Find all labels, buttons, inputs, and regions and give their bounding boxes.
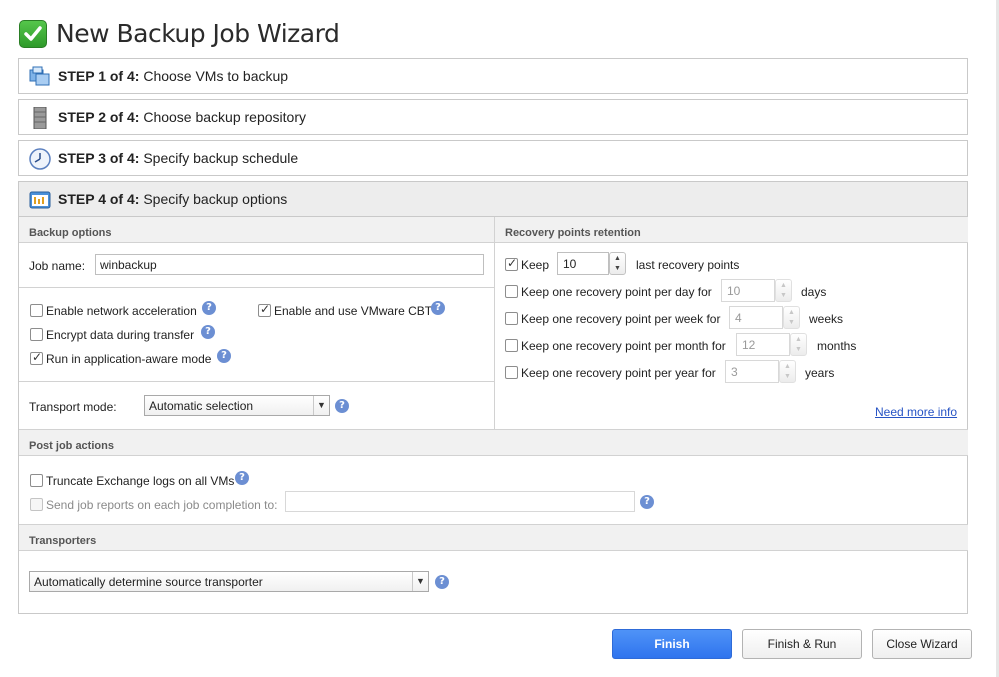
step-prefix: STEP 1 of 4: [58,68,140,84]
stepper-down-icon: ▼ [780,292,787,299]
encrypt-data-checkbox[interactable] [30,328,43,341]
help-icon[interactable]: ? [201,325,215,339]
vm-icon [29,66,50,86]
keep-month-input[interactable]: 12 [736,333,790,356]
retention-heading: Recovery points retention [494,217,968,243]
app-aware-label: Run in application-aware mode [46,352,212,366]
keep-day-label: Keep one recovery point per day for [521,285,712,299]
transport-mode-value: Automatic selection [149,399,254,413]
step-label: Choose backup repository [143,109,306,125]
step-4-panel: Backup options Recovery points retention… [18,217,968,614]
keep-day-stepper[interactable]: ▲ ▼ [775,279,792,302]
options-icon [29,191,51,209]
truncate-logs-checkbox[interactable] [30,474,43,487]
help-icon[interactable]: ? [640,495,654,509]
close-wizard-button[interactable]: Close Wizard [872,629,972,659]
app-aware-checkbox[interactable] [30,350,43,365]
job-name-label: Job name: [29,259,86,273]
keep-last-stepper[interactable]: ▲ ▼ [609,252,626,275]
vmware-cbt-label: Enable and use VMware CBT [274,304,433,318]
keep-month-label: Keep one recovery point per month for [521,339,726,353]
job-name-input[interactable]: winbackup [95,254,484,275]
keep-week-label: Keep one recovery point per week for [521,312,721,326]
keep-year-unit: years [805,366,835,380]
stepper-up-icon: ▲ [780,282,787,289]
step-4-header[interactable]: STEP 4 of 4: Specify backup options [18,181,968,217]
help-icon[interactable]: ? [217,349,231,363]
divider [19,287,494,288]
finish-and-run-button[interactable]: Finish & Run [742,629,862,659]
network-acceleration-label: Enable network acceleration [46,304,197,318]
help-icon[interactable]: ? [235,471,249,485]
stepper-up-icon: ▲ [788,309,795,316]
transport-mode-label: Transport mode: [29,400,117,414]
help-icon[interactable]: ? [431,301,445,315]
step-label: Specify backup schedule [143,150,299,166]
keep-week-input[interactable]: 4 [729,306,783,329]
step-label: Specify backup options [143,191,288,207]
transporter-select[interactable]: Automatically determine source transport… [29,571,429,592]
keep-label: Keep [521,258,550,272]
step-prefix: STEP 3 of 4: [58,150,140,166]
encrypt-data-label: Encrypt data during transfer [46,328,195,342]
keep-year-checkbox[interactable] [505,366,518,379]
keep-month-checkbox[interactable] [505,339,518,352]
backup-options-heading: Backup options [19,217,494,243]
stepper-down-icon: ▼ [788,319,795,326]
vmware-cbt-checkbox[interactable] [258,302,271,317]
keep-suffix-label: last recovery points [636,258,740,272]
chevron-down-icon: ▼ [313,396,329,415]
need-more-info-link[interactable]: Need more info [875,405,957,419]
finish-button[interactable]: Finish [612,629,732,659]
stepper-up-icon: ▲ [614,255,621,262]
network-acceleration-checkbox[interactable] [30,304,43,317]
keep-week-stepper[interactable]: ▲ ▼ [783,306,800,329]
help-icon[interactable]: ? [335,399,349,413]
step-label: Choose VMs to backup [143,68,289,84]
transport-mode-select[interactable]: Automatic selection ▼ [144,395,330,416]
step-1-header[interactable]: STEP 1 of 4: Choose VMs to backup [18,58,968,94]
send-reports-input[interactable] [285,491,635,512]
keep-day-unit: days [801,285,827,299]
wizard-check-icon [19,20,47,48]
keep-year-stepper[interactable]: ▲ ▼ [779,360,796,383]
repository-icon [33,107,47,129]
stepper-down-icon: ▼ [614,265,621,272]
column-divider [494,243,495,429]
transporters-heading: Transporters [19,525,968,551]
step-prefix: STEP 4 of 4: [58,191,140,207]
step-3-header[interactable]: STEP 3 of 4: Specify backup schedule [18,140,968,176]
keep-day-checkbox[interactable] [505,285,518,298]
keep-last-input[interactable]: 10 [557,252,609,275]
keep-year-label: Keep one recovery point per year for [521,366,716,380]
keep-month-unit: months [817,339,857,353]
send-reports-checkbox[interactable] [30,498,43,511]
stepper-down-icon: ▼ [784,373,791,380]
stepper-up-icon: ▲ [784,363,791,370]
divider [19,381,494,382]
step-2-header[interactable]: STEP 2 of 4: Choose backup repository [18,99,968,135]
transporter-value: Automatically determine source transport… [34,575,263,589]
post-job-heading: Post job actions [19,430,968,456]
keep-week-checkbox[interactable] [505,312,518,325]
stepper-up-icon: ▲ [795,336,802,343]
stepper-down-icon: ▼ [795,346,802,353]
clock-icon [29,148,51,170]
help-icon[interactable]: ? [202,301,216,315]
keep-month-stepper[interactable]: ▲ ▼ [790,333,807,356]
keep-year-input[interactable]: 3 [725,360,779,383]
help-icon[interactable]: ? [435,575,449,589]
keep-day-input[interactable]: 10 [721,279,775,302]
send-reports-label: Send job reports on each job completion … [46,498,278,512]
chevron-down-icon: ▼ [412,572,428,591]
step-prefix: STEP 2 of 4: [58,109,140,125]
wizard-title: New Backup Job Wizard [56,19,340,48]
keep-last-checkbox[interactable] [505,256,518,271]
truncate-logs-label: Truncate Exchange logs on all VMs [46,474,235,488]
keep-week-unit: weeks [809,312,844,326]
